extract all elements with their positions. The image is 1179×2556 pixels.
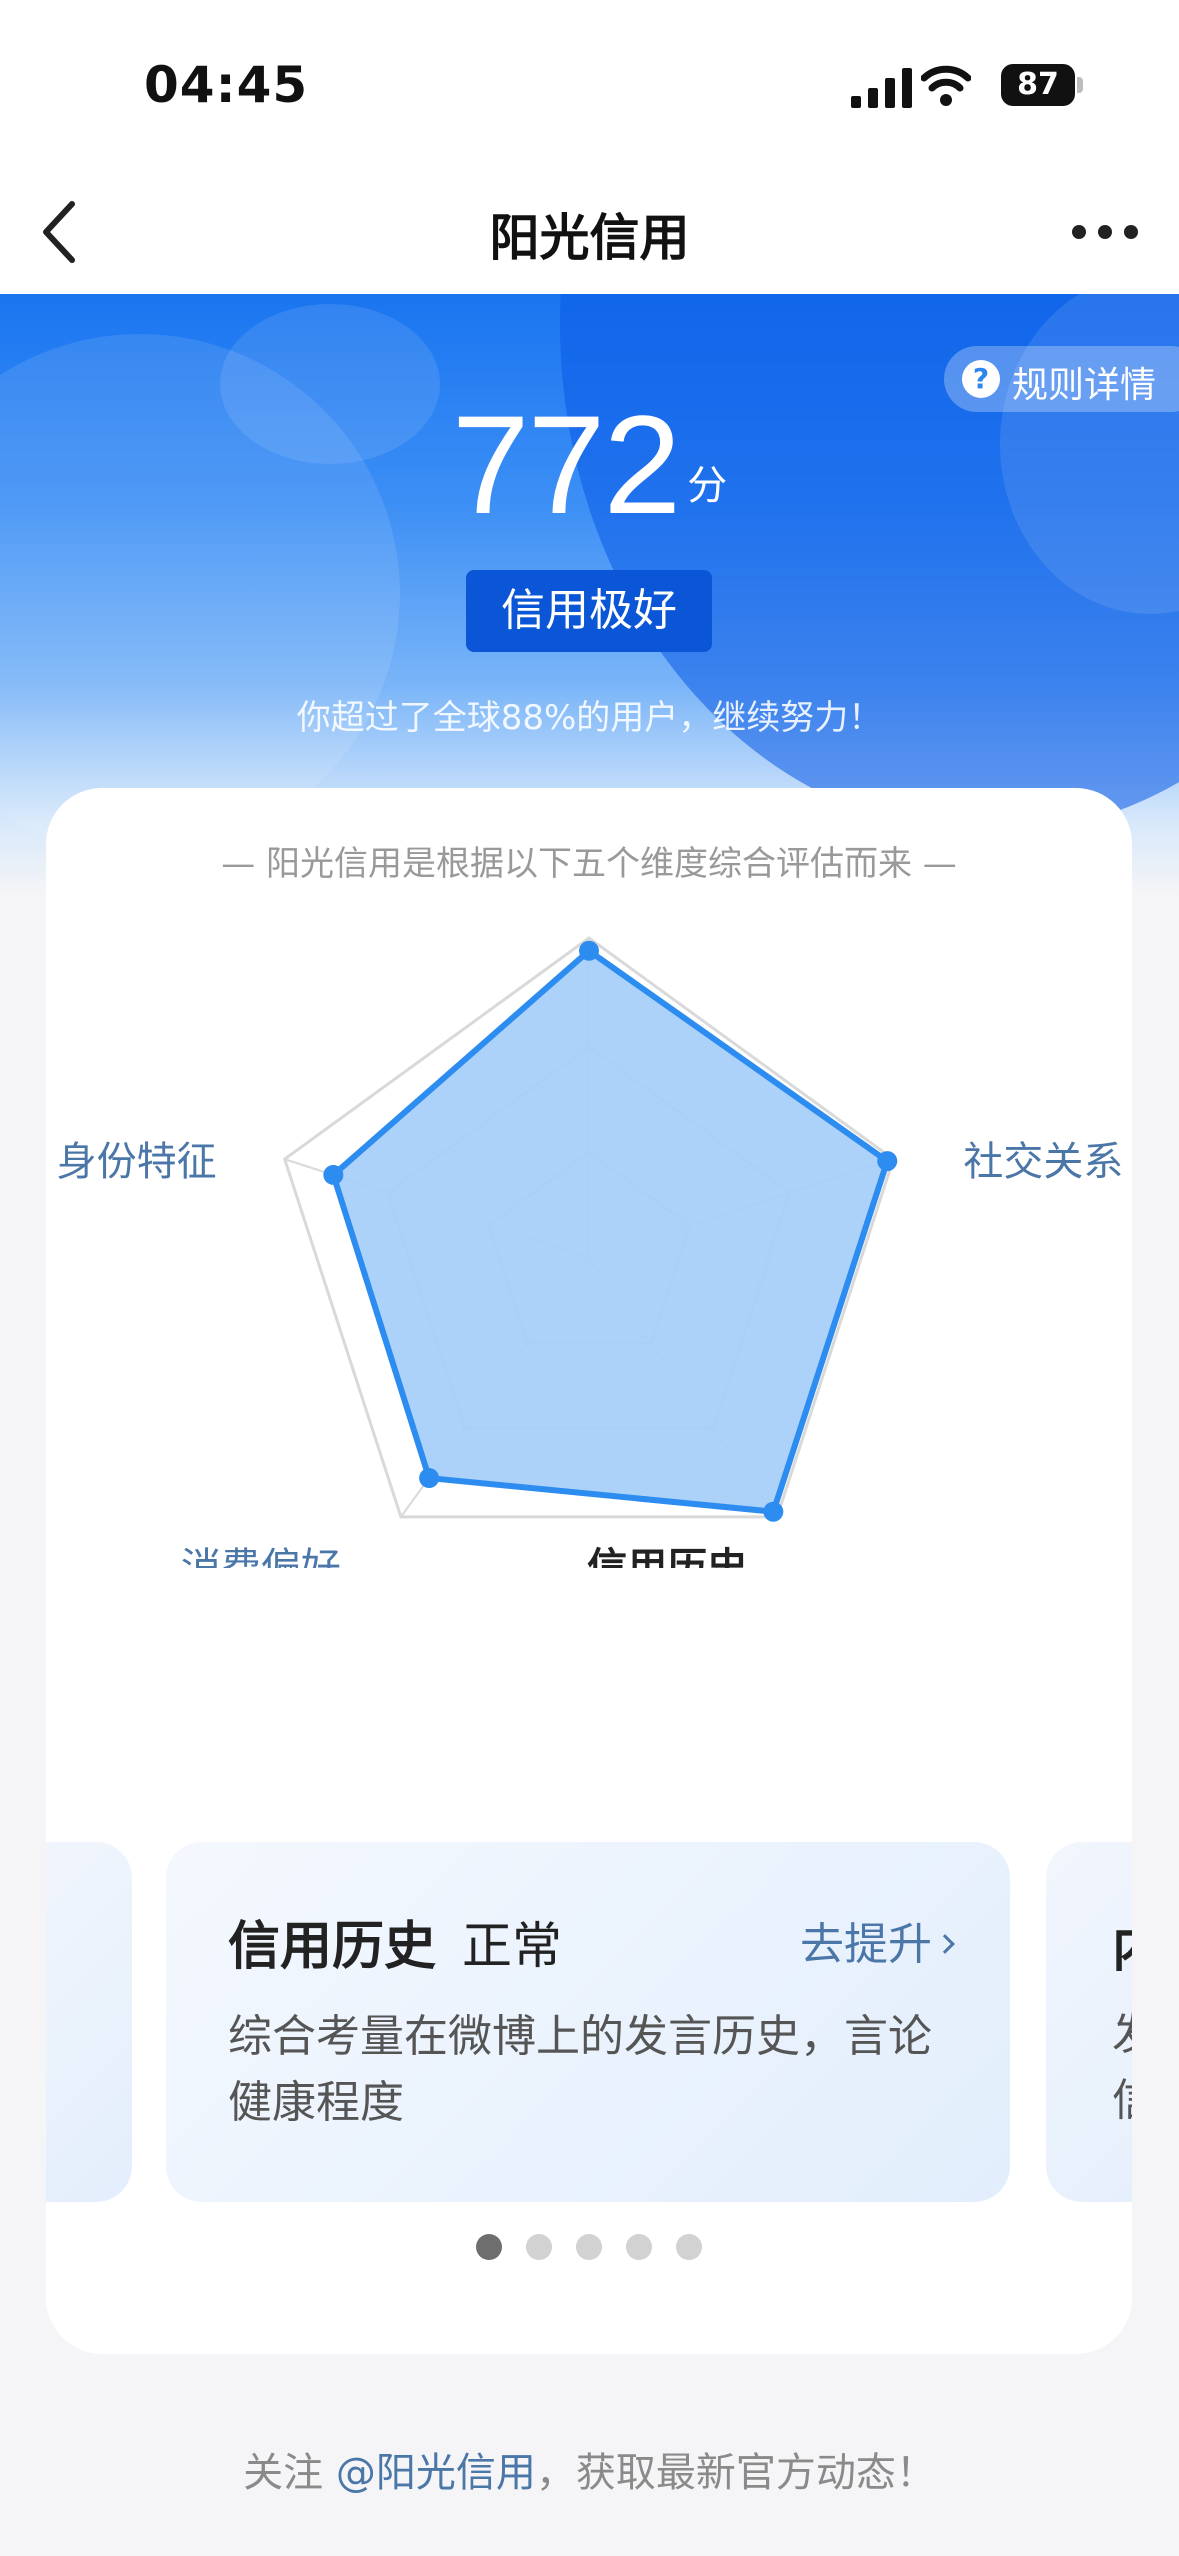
radar-point	[579, 940, 599, 961]
footer-suffix: ，获取最新官方动态！	[535, 2450, 936, 2496]
dimension-description: 综合考量在微博上的发言历史，言论健康程度	[228, 2011, 932, 2128]
page-title: 阳光信用	[489, 209, 690, 267]
footer-prefix: 关注	[243, 2450, 336, 2496]
status-bar: 04:45 87	[0, 0, 1179, 170]
radar-point	[877, 1151, 898, 1172]
credit-dimensions-card: — 阳光信用是根据以下五个维度综合评估而来 — 内容贡献社交关系信用历史消费偏好…	[46, 788, 1132, 2354]
radar-label: 信用历史	[587, 1545, 747, 1568]
signal-icon	[851, 68, 912, 108]
radar-point	[323, 1164, 344, 1185]
radar-label: 社交关系	[963, 1139, 1123, 1185]
status-time: 04:45	[144, 56, 309, 114]
card-description: — 阳光信用是根据以下五个维度综合评估而来 —	[221, 844, 957, 884]
footer-text: 关注 @阳光信用，获取最新官方动态！	[0, 2440, 1179, 2498]
credit-level-badge: 信用极好	[466, 570, 712, 652]
radar-point	[419, 1468, 440, 1489]
dimension-card-credit-history[interactable]: 信用历史 正常 去提升 综合考量在微博上的发言历史，言论健康程度	[166, 1842, 1010, 2202]
wifi-icon	[921, 65, 971, 106]
nav-bar: 阳光信用	[0, 170, 1179, 294]
carousel-dot[interactable]	[576, 2234, 602, 2260]
previous-dimension-card[interactable]	[46, 1842, 132, 2202]
chevron-right-icon	[935, 1934, 955, 1954]
status-icons: 87	[763, 62, 1083, 110]
improve-link-label: 去提升	[800, 1919, 932, 1970]
carousel-dot[interactable]	[476, 2234, 502, 2260]
radar-chart: 内容贡献社交关系信用历史消费偏好身份特征	[57, 936, 1123, 1568]
carousel-dot[interactable]	[676, 2234, 702, 2260]
rank-text: 你超过了全球88%的用户，继续努力！	[296, 698, 883, 738]
carousel-dots	[46, 2234, 1132, 2264]
improve-link[interactable]: 去提升	[800, 1908, 955, 1972]
score-unit: 分	[687, 463, 728, 509]
next-dimension-card[interactable]: 内 发 信	[1046, 1842, 1132, 2202]
carousel-dot[interactable]	[626, 2234, 652, 2260]
radar-area	[330, 947, 891, 1515]
official-account-link[interactable]: @阳光信用	[336, 2450, 536, 2496]
battery-level: 87	[1017, 67, 1059, 102]
dimension-title: 信用历史	[228, 1917, 437, 1977]
next-dimension-text: 发	[1112, 1998, 1132, 2062]
dimension-status: 正常	[462, 1917, 562, 1975]
radar-label: 消费偏好	[181, 1545, 341, 1568]
score-display: 772 分	[0, 390, 1179, 540]
battery-icon: 87	[1001, 64, 1083, 106]
credit-score: 772	[451, 386, 682, 543]
carousel-dot[interactable]	[526, 2234, 552, 2260]
radar-label: 身份特征	[57, 1139, 217, 1185]
more-icon[interactable]	[1069, 212, 1141, 252]
next-dimension-title: 内	[1112, 1906, 1132, 1981]
next-dimension-text: 信	[1112, 2064, 1132, 2128]
radar-point	[763, 1501, 784, 1522]
